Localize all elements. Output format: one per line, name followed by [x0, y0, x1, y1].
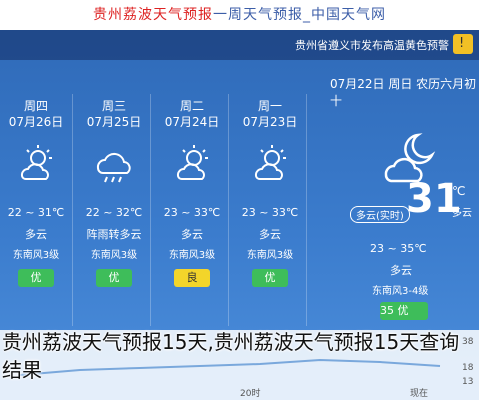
alert-bar[interactable]: 贵州省遵义市发布高温黄色预警 ! [0, 30, 479, 60]
forecast-date: 07月24日 [164, 115, 220, 129]
today-wind: 东南风3-4级 [372, 286, 429, 297]
forecast-day[interactable]: 周四 07月26日 22 ~ 31℃ 多云 东南风3级 优 [0, 94, 73, 326]
forecast-temp-range: 22 ~ 31℃ [7, 206, 65, 219]
page-title: 贵州荔波天气预报一周天气预报_中国天气网 [0, 0, 479, 30]
aqi-badge: 35 优 [380, 302, 428, 320]
realtime-badge: 多云(实时) [350, 206, 410, 223]
aqi-badge: 优 [18, 269, 54, 287]
sun-cloud-icon [254, 145, 286, 180]
forecast-temp-range: 23 ~ 33℃ [163, 206, 221, 219]
sun-cloud-icon [20, 145, 52, 180]
forecast-day[interactable]: 周一 07月23日 23 ~ 33℃ 多云 东南风3级 优 [234, 94, 307, 326]
aqi-badge: 优 [96, 269, 132, 287]
forecast-weather: 多云 [25, 228, 47, 241]
sun-cloud-icon [176, 145, 208, 180]
today-temp-range: 23 ~ 35℃ [370, 242, 427, 255]
axis-now-label: 现在 [410, 387, 428, 399]
forecast-wind: 东南风3级 [90, 250, 138, 261]
rain-cloud-icon [96, 152, 131, 183]
forecast-date: 07月23日 [242, 115, 298, 129]
forecast-day[interactable]: 周二 07月24日 23 ~ 33℃ 多云 东南风3级 良 [156, 94, 229, 326]
today-weather: 31 ℃ 多云 多云(实时) 23 ~ 35℃ 多云 东南风3-4级 35 优 [310, 94, 479, 326]
forecast-weekday: 周三 [101, 99, 126, 113]
page-title-suffix: 一周天气预报_中国天气网 [213, 7, 386, 23]
forecast-weekday: 周二 [179, 99, 204, 113]
image-caption: 贵州荔波天气预报15天,贵州荔波天气预报15天查询结果 [2, 330, 460, 382]
current-condition: 多云 [452, 208, 472, 219]
forecast-wind: 东南风3级 [246, 250, 294, 261]
forecast-temp-range: 22 ~ 32℃ [85, 206, 143, 219]
forecast-weather: 多云 [181, 228, 203, 241]
temperature-unit: ℃ [452, 184, 466, 198]
axis-time-label: 20时 [240, 387, 260, 399]
forecast-weekday: 周四 [23, 99, 48, 113]
aqi-badge: 优 [252, 269, 288, 287]
aqi-badge: 良 [174, 269, 210, 287]
forecast-day[interactable]: 周三 07月25日 22 ~ 32℃ 阵雨转多云 东南风3级 优 [78, 94, 151, 326]
forecast-wind: 东南风3级 [12, 250, 60, 261]
alert-warning-icon[interactable]: ! [453, 34, 473, 54]
forecast-wind: 东南风3级 [168, 250, 216, 261]
forecast-date: 07月25日 [86, 115, 142, 129]
today-weather-text: 多云 [390, 264, 412, 277]
forecast-weather: 阵雨转多云 [86, 228, 142, 241]
alert-text[interactable]: 贵州省遵义市发布高温黄色预警 [295, 37, 449, 53]
forecast-temp-range: 23 ~ 33℃ [241, 206, 299, 219]
forecast-weekday: 周一 [257, 99, 282, 113]
page-title-location: 贵州荔波天气预报 [93, 7, 213, 23]
forecast-weather: 多云 [259, 228, 281, 241]
forecast-date: 07月26日 [8, 115, 64, 129]
